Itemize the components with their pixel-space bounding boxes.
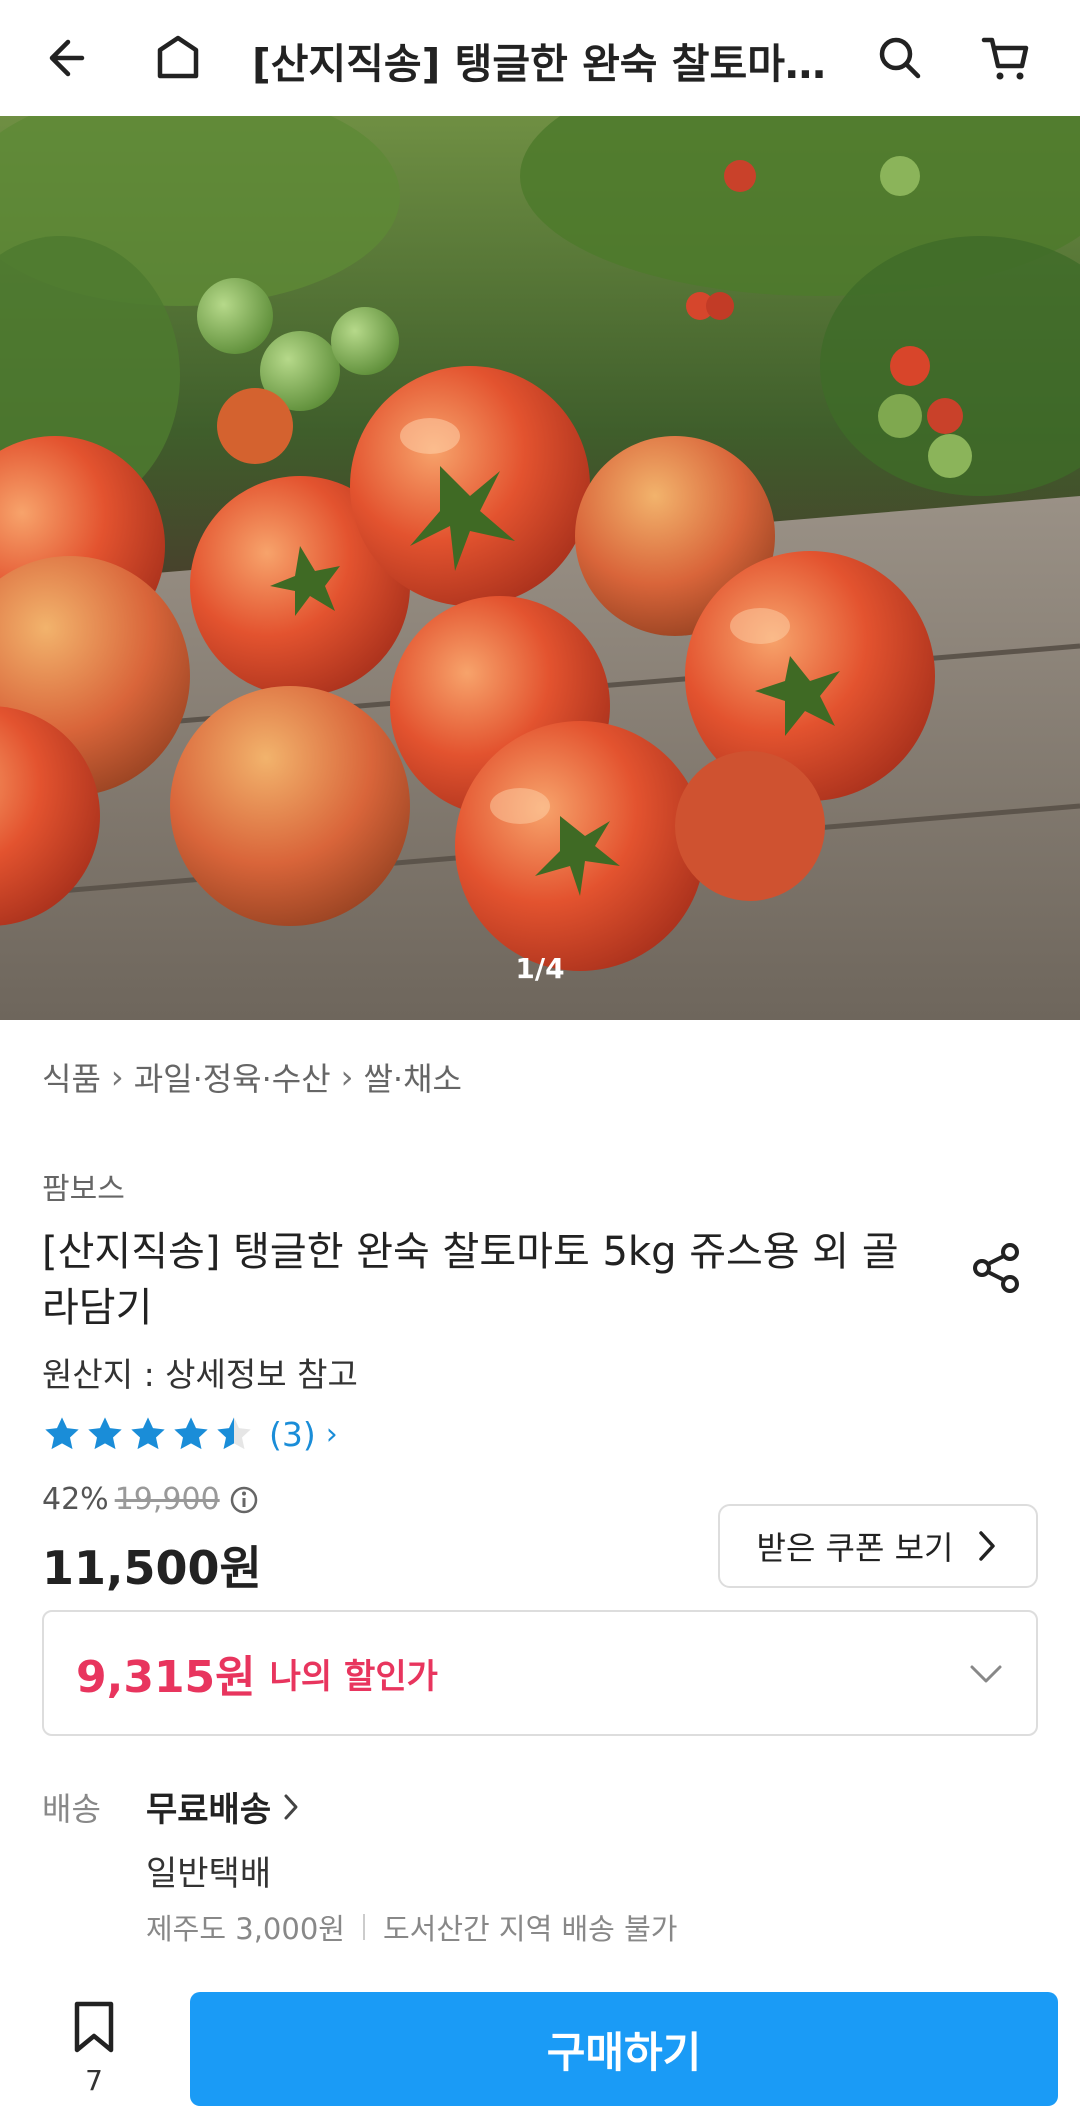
search-icon[interactable] [864, 22, 936, 94]
wishlist-button[interactable]: 7 [56, 1998, 132, 2098]
rating[interactable]: (3) › [42, 1414, 338, 1454]
shipping-type[interactable]: 무료배송 [146, 1782, 301, 1831]
bottom-action-bar: 7 구매하기 [0, 1974, 1080, 2123]
chevron-right-icon [284, 1794, 298, 1819]
sale-price: 11,500원 [42, 1541, 262, 1595]
chevron-right-icon: › [340, 1058, 354, 1096]
breadcrumb-item-food[interactable]: 식품 [42, 1054, 101, 1100]
rating-count: (3) [269, 1414, 316, 1454]
bookmark-icon [74, 2001, 114, 2053]
seller-name[interactable]: 팜보스 [42, 1164, 125, 1208]
shipping-label: 배송 [42, 1790, 101, 1828]
price-meta: 42% 19,900 [42, 1482, 260, 1517]
share-icon[interactable] [966, 1236, 1030, 1300]
chevron-down-icon [970, 1665, 1002, 1683]
top-app-bar: [산지직송] 탱글한 완숙 찰토마… [0, 0, 1080, 116]
view-coupons-button[interactable]: 받은 쿠폰 보기 [718, 1504, 1038, 1588]
shipping-extra-info: 제주도 3,000원 도서산간 지역 배송 불가 [146, 1906, 677, 1948]
breadcrumb-item-rice-vegetables[interactable]: 쌀·채소 [363, 1054, 462, 1100]
home-icon[interactable] [142, 22, 214, 94]
shipping-method: 일반택배 [146, 1854, 272, 1894]
chevron-right-icon: › [110, 1058, 124, 1096]
shipping-restriction: 도서산간 지역 배송 불가 [382, 1912, 678, 1946]
shipping-type-label: 무료배송 [146, 1790, 272, 1830]
divider [362, 1914, 365, 1940]
star-full-icon [174, 1417, 208, 1450]
product-image[interactable]: 1/4 [0, 116, 1080, 1020]
page-title: [산지직송] 탱글한 완숙 찰토마… [252, 40, 826, 88]
tomato-photo [0, 116, 1080, 1020]
info-icon[interactable] [228, 1484, 260, 1516]
jeju-shipping-fee: 제주도 3,000원 [146, 1912, 345, 1946]
wishlist-count: 7 [85, 2064, 103, 2097]
origin-info: 원산지 : 상세정보 참고 [42, 1355, 358, 1394]
original-price: 19,900 [114, 1482, 220, 1517]
star-full-icon [88, 1417, 122, 1450]
star-full-icon [45, 1417, 79, 1450]
my-discount-label: 나의 할인가 [269, 1656, 438, 1697]
my-discount-price: 9,315원 [76, 1652, 256, 1703]
coupon-button-label: 받은 쿠폰 보기 [756, 1529, 954, 1567]
back-arrow-icon[interactable] [34, 22, 106, 94]
cart-icon[interactable] [970, 22, 1042, 94]
breadcrumb-item-fruit-meat-seafood[interactable]: 과일·정육·수산 [134, 1054, 331, 1100]
image-pager: 1/4 [515, 952, 565, 985]
my-discount-panel[interactable]: 9,315원 나의 할인가 [42, 1610, 1038, 1736]
product-title: [산지직송] 탱글한 완숙 찰토마토 5kg 쥬스용 외 골라담기 [42, 1229, 899, 1331]
breadcrumb: 식품 › 과일·정육·수산 › 쌀·채소 [42, 1054, 462, 1100]
discount-rate: 42% [42, 1482, 109, 1517]
star-half-icon [217, 1417, 251, 1450]
chevron-right-icon: › [325, 1416, 338, 1452]
star-full-icon [131, 1417, 165, 1450]
chevron-right-icon [979, 1531, 996, 1561]
buy-button[interactable]: 구매하기 [190, 1992, 1058, 2106]
